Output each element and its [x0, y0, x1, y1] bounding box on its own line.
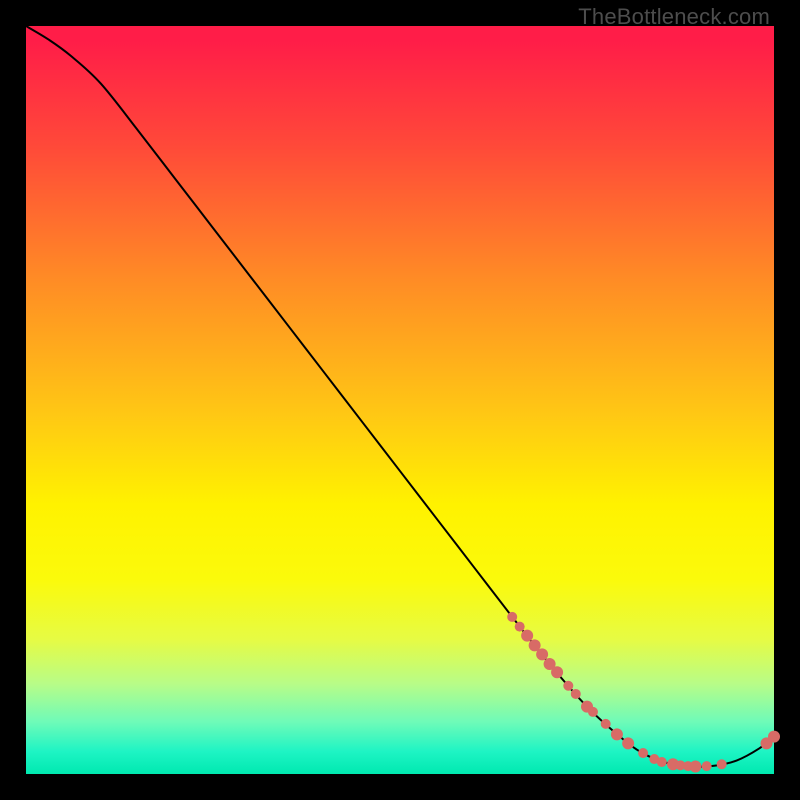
highlight-dot — [702, 761, 712, 771]
highlight-dot — [588, 707, 598, 717]
highlight-dot — [563, 681, 573, 691]
highlight-dot — [611, 728, 623, 740]
highlight-dot — [717, 759, 727, 769]
highlight-dot — [657, 757, 667, 767]
highlight-dot — [601, 719, 611, 729]
highlight-dot — [638, 748, 648, 758]
highlight-dot — [521, 630, 533, 642]
bottleneck-curve — [26, 26, 774, 767]
highlight-dot — [536, 648, 548, 660]
highlight-dot — [515, 622, 525, 632]
chart-area — [26, 26, 774, 774]
highlight-dot — [551, 666, 563, 678]
highlight-dots — [507, 612, 780, 773]
highlight-dot — [622, 737, 634, 749]
highlight-dot — [507, 612, 517, 622]
highlight-dot — [768, 731, 780, 743]
highlight-dot — [689, 761, 701, 773]
curve-svg — [26, 26, 774, 774]
highlight-dot — [571, 689, 581, 699]
